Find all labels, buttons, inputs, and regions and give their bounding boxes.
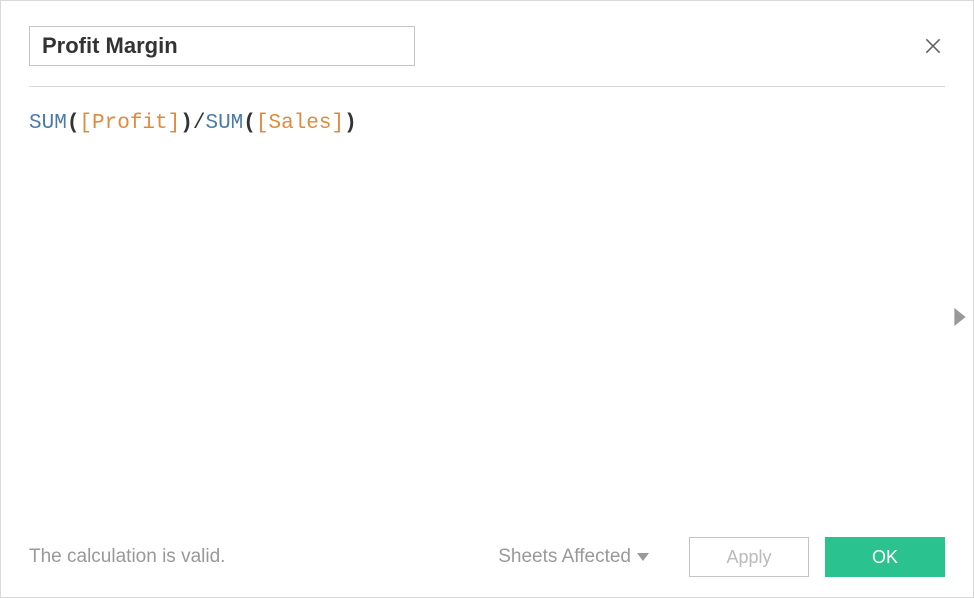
- dialog-footer: The calculation is valid. Sheets Affecte…: [29, 525, 945, 577]
- formula-token: ): [344, 112, 357, 135]
- formula-token: SUM: [205, 112, 243, 135]
- formula-token: (: [67, 112, 80, 135]
- formula-token: [Sales]: [256, 112, 344, 135]
- ok-button[interactable]: OK: [825, 537, 945, 577]
- validation-status: The calculation is valid.: [29, 546, 225, 568]
- apply-button[interactable]: Apply: [689, 537, 809, 577]
- formula-token: ): [180, 112, 193, 135]
- formula-token: (: [243, 112, 256, 135]
- field-name-input[interactable]: [29, 26, 415, 66]
- formula-editor[interactable]: SUM([Profit])/SUM([Sales]): [29, 109, 945, 525]
- calculated-field-dialog: SUM([Profit])/SUM([Sales]) The calculati…: [0, 0, 974, 598]
- formula-token: SUM: [29, 112, 67, 135]
- formula-token: [Profit]: [79, 112, 180, 135]
- header-divider: [29, 86, 945, 87]
- expand-arrow-icon[interactable]: [953, 308, 967, 326]
- sheets-affected-dropdown[interactable]: Sheets Affected: [498, 546, 649, 568]
- sheets-affected-label: Sheets Affected: [498, 546, 631, 568]
- dialog-header: [29, 26, 945, 66]
- formula-token: /: [193, 112, 206, 135]
- close-icon[interactable]: [921, 34, 945, 58]
- chevron-down-icon: [637, 553, 649, 561]
